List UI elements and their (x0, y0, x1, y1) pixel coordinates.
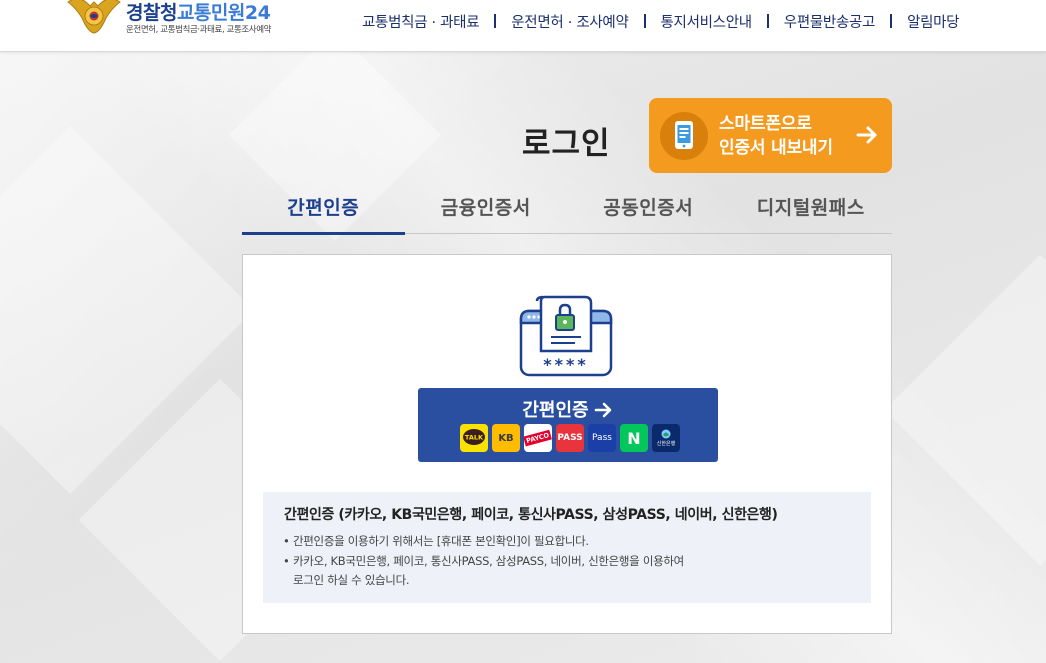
simple-auth-button[interactable]: 간편인증 TALK KB PAYCO PASS Pass N 신한은행 (418, 388, 718, 462)
kakao-talk-label: TALK (465, 434, 484, 442)
naver-label: N (627, 428, 641, 448)
tab-financial-certificate[interactable]: 금융인증서 (405, 188, 568, 234)
info-item-continuation: 로그인 하실 수 있습니다. (293, 573, 410, 587)
simple-auth-info-box: 간편인증 (카카오, KB국민은행, 페이코, 통신사PASS, 삼성PASS,… (263, 492, 871, 603)
site-logo[interactable]: 경찰청교통민원24 운전면허, 교통범칙금·과태료, 교통조사예약 (64, 0, 304, 38)
nav-item-notice[interactable]: 알림마당 (907, 11, 959, 32)
tab-simple-auth[interactable]: 간편인증 (242, 188, 405, 235)
nav-item-fines[interactable]: 교통범칙금 · 과태료 (362, 11, 480, 32)
simple-auth-button-title: 간편인증 (418, 396, 718, 422)
provider-icons: TALK KB PAYCO PASS Pass N 신한은행 (460, 424, 680, 452)
logo-brand: 경찰청 (126, 2, 177, 24)
arrow-right-icon (856, 126, 877, 144)
export-certificate-button[interactable]: 스마트폰으로 인증서 내보내기 (649, 98, 892, 173)
site-header: 경찰청교통민원24 운전면허, 교통범칙금·과태료, 교통조사예약 교통범칙금 … (0, 0, 1046, 52)
nav-divider (766, 14, 769, 28)
password-mask-text: **** (543, 355, 588, 374)
tab-joint-certificate[interactable]: 공동인증서 (567, 188, 730, 234)
info-title: 간편인증 (카카오, KB국민은행, 페이코, 통신사PASS, 삼성PASS,… (284, 507, 778, 523)
simple-auth-button-label: 간편인증 (522, 400, 589, 421)
kakao-talk-icon: TALK (460, 424, 488, 452)
background-shape (884, 254, 1046, 566)
login-method-tabs: 간편인증 금융인증서 공동인증서 디지털원패스 (242, 188, 893, 235)
logo-title: 경찰청교통민원24 (126, 0, 271, 25)
shinhan-bank-label: 신한은행 (656, 441, 676, 447)
police-emblem-icon (67, 0, 121, 34)
nav-item-license[interactable]: 운전면허 · 조사예약 (511, 11, 629, 32)
export-certificate-label: 스마트폰으로 인증서 내보내기 (719, 112, 833, 160)
samsung-pass-label: Pass (592, 433, 612, 443)
shinhan-bank-icon: 신한은행 (652, 424, 680, 452)
payco-label: PAYCO (524, 429, 552, 447)
info-list: 간편인증을 이용하기 위해서는 [휴대폰 본인확인]이 필요합니다. 카카오, … (283, 532, 684, 591)
nav-divider (494, 14, 497, 28)
info-item: 카카오, KB국민은행, 페이코, 통신사PASS, 삼성PASS, 네이버, … (283, 552, 684, 572)
logo-service: 교통민원24 (176, 2, 271, 24)
nav-item-returned-mail[interactable]: 우편물반송공고 (784, 11, 876, 32)
export-line-2: 인증서 내보내기 (719, 138, 833, 158)
pass-icon: PASS (556, 424, 584, 452)
arrow-right-icon (594, 402, 611, 418)
logo-subtitle: 운전면허, 교통범칙금·과태료, 교통조사예약 (126, 25, 272, 35)
simple-auth-panel: **** 간편인증 TALK KB PAYCO PASS Pass N 신한은행… (242, 254, 892, 634)
samsung-pass-icon: Pass (588, 424, 616, 452)
payco-icon: PAYCO (524, 424, 552, 452)
kb-bank-icon: KB (492, 424, 520, 452)
nav-divider (643, 14, 646, 28)
nav-item-notification[interactable]: 통지서비스안내 (661, 11, 753, 32)
pass-label: PASS (557, 433, 583, 443)
nav-divider (890, 14, 893, 28)
tab-digital-onepass[interactable]: 디지털원패스 (730, 188, 893, 234)
export-line-1: 스마트폰으로 (719, 114, 812, 134)
kb-bank-label: KB (498, 432, 514, 444)
page-title: 로그인 (522, 126, 611, 162)
smartphone-icon (660, 112, 708, 160)
main-navigation: 교통범칙금 · 과태료 운전면허 · 조사예약 통지서비스안내 우편물반송공고 … (362, 10, 960, 32)
info-item: 간편인증을 이용하기 위해서는 [휴대폰 본인확인]이 필요합니다. (283, 532, 684, 552)
naver-icon: N (620, 424, 648, 452)
certificate-lock-icon: **** (519, 295, 613, 377)
